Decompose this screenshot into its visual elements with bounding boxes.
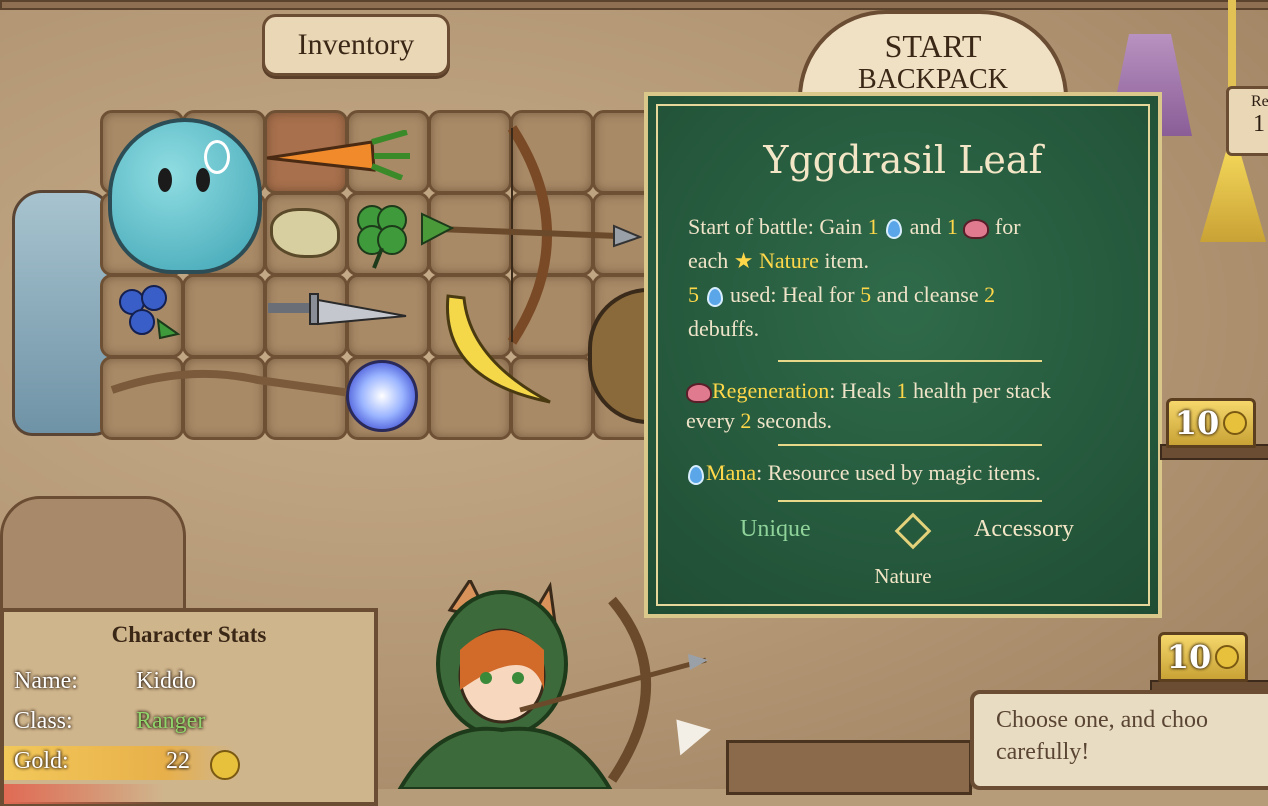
stats-title: Character Stats — [111, 622, 267, 647]
tooltip-line: 5 used: Heal for 5 and cleanse 2 — [688, 278, 1128, 312]
stone-icon[interactable] — [270, 208, 340, 258]
tooltip-title: Yggdrasil Leaf — [763, 138, 1043, 182]
dagger-icon[interactable] — [260, 280, 412, 340]
star-icon: ★ — [733, 248, 754, 273]
stat-row-gold: Gold: 22 — [14, 748, 240, 780]
divider — [778, 500, 1042, 502]
text: each — [688, 248, 734, 273]
orb-icon[interactable] — [346, 360, 418, 432]
nature-tag: Nature — [759, 248, 819, 273]
divider — [778, 444, 1042, 446]
text: used: Heal for — [724, 282, 861, 307]
slime-icon[interactable] — [108, 118, 262, 274]
keyword: Regeneration — [712, 378, 830, 403]
clover-icon[interactable] — [352, 198, 412, 270]
reroll-value: 1 — [1253, 111, 1265, 137]
heart-icon — [963, 218, 990, 239]
value: 5 — [688, 282, 699, 307]
slime-eye — [158, 168, 172, 192]
grid-slot[interactable] — [182, 274, 266, 358]
value: 5 — [860, 282, 872, 307]
text: seconds. — [751, 408, 833, 433]
tooltip-line: each ★ Nature item. — [688, 244, 1128, 278]
stat-value: Kiddo — [136, 668, 196, 694]
stat-label: Class: — [14, 708, 73, 734]
tooltip-line: Start of battle: Gain 1 and 1 for — [688, 210, 1128, 244]
text: and — [904, 214, 947, 239]
character-stats-panel: Character Stats Name: Kiddo Class: Range… — [0, 608, 378, 806]
stat-label: Gold: — [14, 748, 69, 774]
value: 1 — [946, 214, 958, 239]
value: 2 — [984, 282, 996, 307]
price-value: 10 — [1166, 638, 1212, 676]
health-highlight — [4, 784, 164, 804]
value: 2 — [740, 408, 752, 433]
arrow-icon[interactable] — [418, 204, 642, 254]
backpack-label: BACKPACK — [858, 64, 1008, 95]
reroll-panel[interactable]: Re 1 — [1226, 86, 1268, 156]
tooltip-description: Start of battle: Gain 1 and 1 for each ★… — [688, 210, 1128, 346]
slime-eye — [196, 168, 210, 192]
slime-highlight — [204, 140, 230, 174]
price-tag[interactable]: 10 — [1166, 398, 1256, 448]
text: : Heals — [829, 378, 897, 403]
keyword: Mana — [706, 460, 757, 485]
value: 1 — [867, 214, 879, 239]
stat-value: Ranger — [136, 708, 206, 734]
rarity-label: Unique — [740, 516, 811, 542]
whip-icon[interactable] — [108, 360, 368, 420]
mana-definition: Mana: Resource used by magic items. — [686, 458, 1132, 488]
tooltip-line: debuffs. — [688, 316, 760, 341]
stat-row-class: Class: Ranger — [14, 708, 205, 735]
mana-icon — [706, 286, 723, 307]
blueberries-icon[interactable] — [108, 276, 182, 350]
stat-value: 22 — [166, 748, 190, 774]
heart-icon — [686, 382, 712, 403]
banana-icon[interactable] — [430, 290, 556, 416]
top-beam — [0, 0, 1268, 10]
ranger-character — [397, 580, 708, 789]
price-value: 10 — [1174, 404, 1220, 442]
reroll-label: Re — [1251, 93, 1268, 110]
item-tooltip: Yggdrasil Leaf Start of battle: Gain 1 a… — [644, 92, 1162, 618]
regeneration-definition: Regeneration: Heals 1 health per stack e… — [686, 376, 1132, 436]
text: and cleanse — [871, 282, 985, 307]
coin-icon — [210, 750, 240, 780]
mana-icon — [688, 464, 704, 485]
inventory-tab[interactable]: Inventory — [262, 14, 450, 76]
coin-icon — [1215, 645, 1240, 669]
wooden-crate — [726, 740, 972, 795]
stat-row-name: Name: Kiddo — [14, 668, 196, 695]
carrot-icon[interactable] — [262, 130, 412, 180]
text: : Resource used by magic items. — [756, 460, 1041, 485]
dialog-line: Choose one, and choo — [996, 707, 1208, 733]
dialog-line: carefully! — [996, 739, 1090, 765]
text: for — [989, 214, 1021, 239]
backpack-icon[interactable] — [12, 190, 114, 436]
start-label: START — [884, 28, 982, 64]
price-tag[interactable]: 10 — [1158, 632, 1248, 682]
divider — [778, 360, 1042, 362]
inventory-label: Inventory — [297, 28, 415, 61]
text: every — [686, 408, 741, 433]
item-tag-label: Nature — [874, 564, 932, 588]
value: 1 — [896, 378, 908, 403]
sofa-decoration — [0, 496, 186, 612]
text: item. — [818, 248, 869, 273]
stat-label: Name: — [14, 668, 78, 694]
hint-dialog: Choose one, and choo carefully! — [970, 690, 1268, 790]
text: health per stack — [907, 378, 1052, 403]
item-type-label: Accessory — [974, 516, 1074, 542]
text: Start of battle: Gain — [688, 214, 868, 239]
coin-icon — [1223, 411, 1248, 435]
mana-icon — [886, 218, 903, 239]
